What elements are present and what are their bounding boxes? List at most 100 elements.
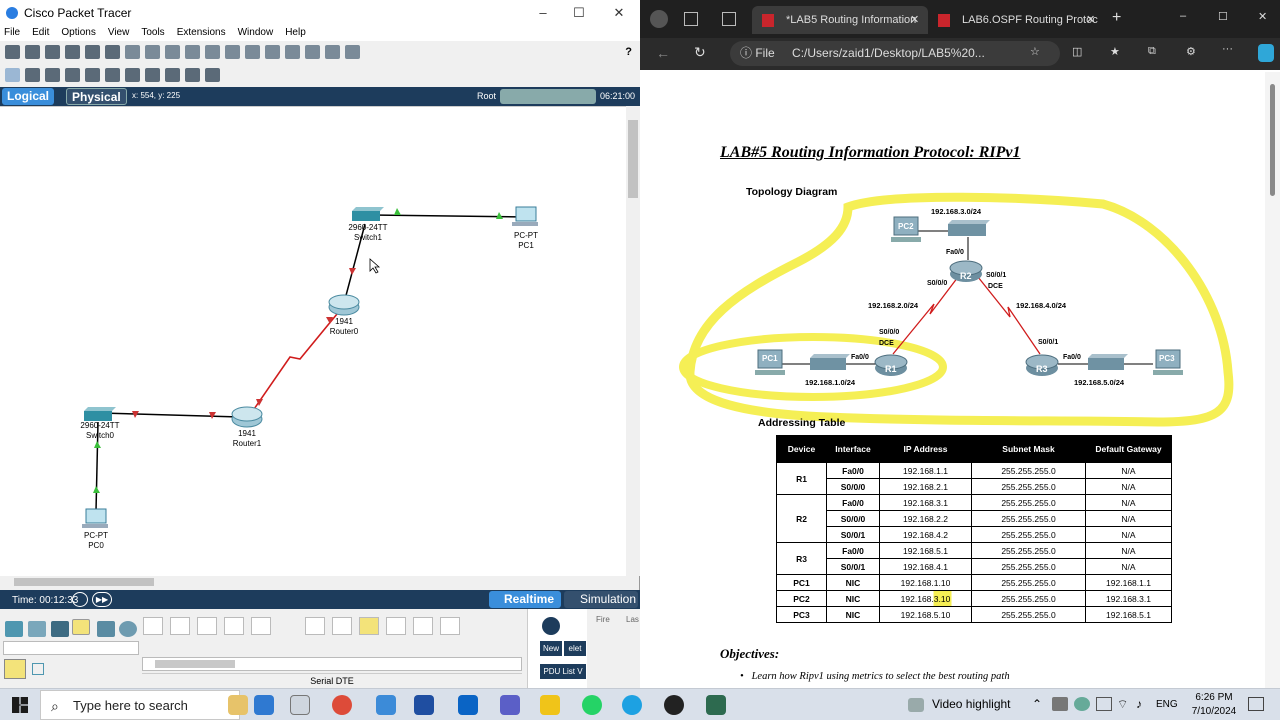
menu-help[interactable]: Help: [285, 25, 306, 41]
complex-pdu-icon[interactable]: [205, 68, 220, 82]
tray-chevron-icon[interactable]: ⌃: [1032, 697, 1042, 711]
video-highlight-icon[interactable]: [908, 698, 924, 712]
print-icon[interactable]: [65, 45, 80, 59]
taskbar-clock[interactable]: 6:26 PM 7/10/2024: [1186, 691, 1242, 719]
tray-app-icon[interactable]: [1052, 697, 1068, 711]
fast-forward-icon[interactable]: ▶▶: [92, 592, 112, 607]
logical-workspace[interactable]: 2960-24TT Switch1 PC-PT PC1 1941 Router0 19…: [0, 106, 626, 576]
new-pdu-button[interactable]: New: [540, 641, 562, 656]
router-icon[interactable]: [328, 294, 360, 316]
switch-icon[interactable]: [84, 407, 116, 421]
split-screen-icon[interactable]: ◫: [1072, 45, 1082, 58]
zoom-reset-icon[interactable]: [225, 45, 240, 59]
maximize-icon[interactable]: ☐: [1218, 10, 1228, 23]
physical-tab[interactable]: Physical: [66, 88, 127, 105]
video-highlight-label[interactable]: Video highlight: [932, 697, 1011, 711]
close-tab-icon[interactable]: ✕: [910, 6, 919, 34]
switch-icon[interactable]: [352, 207, 384, 221]
pc-icon[interactable]: [82, 508, 108, 528]
octal-cable-icon[interactable]: [386, 617, 406, 635]
usb-cable-icon[interactable]: [440, 617, 460, 635]
teams-icon[interactable]: [500, 695, 520, 715]
close-tab-icon[interactable]: ✕: [1086, 6, 1095, 34]
menu-tools[interactable]: Tools: [141, 25, 164, 41]
misc-icon[interactable]: [97, 621, 115, 637]
file-explorer-icon[interactable]: [376, 695, 396, 715]
favorite-star-icon[interactable]: ☆: [1030, 45, 1040, 58]
image-icon[interactable]: [345, 45, 360, 59]
straight-through-icon[interactable]: [197, 617, 217, 635]
power-cycle-icon[interactable]: [72, 592, 88, 607]
scroll-thumb[interactable]: [1270, 84, 1275, 196]
inspect-icon[interactable]: [25, 68, 40, 82]
favorites-icon[interactable]: ★: [1110, 45, 1120, 58]
copy-icon[interactable]: [125, 45, 140, 59]
copilot-app-icon[interactable]: [254, 695, 274, 715]
select-icon[interactable]: [5, 68, 20, 82]
info-icon[interactable]: [85, 45, 100, 59]
menu-view[interactable]: View: [108, 25, 130, 41]
url-bar[interactable]: ⓘ File C:/Users/zaid1/Desktop/LAB5%20...: [730, 41, 1060, 66]
undo-icon[interactable]: [165, 45, 180, 59]
workspaces-icon[interactable]: [684, 12, 698, 26]
menu-options[interactable]: Options: [61, 25, 95, 41]
chrome-icon[interactable]: [332, 695, 352, 715]
store-icon[interactable]: [414, 695, 434, 715]
zoom-out-icon[interactable]: [245, 45, 260, 59]
language-indicator[interactable]: ENG: [1156, 699, 1178, 710]
logical-tab[interactable]: Logical: [2, 88, 55, 105]
tab-lab5[interactable]: *LAB5 Routing Information ✕: [752, 6, 928, 34]
minimize-icon[interactable]: –: [524, 0, 562, 25]
scroll-thumb[interactable]: [628, 120, 638, 198]
new-file-icon[interactable]: [5, 45, 20, 59]
maximize-icon[interactable]: ☐: [560, 0, 598, 25]
notification-icon[interactable]: [1248, 697, 1264, 711]
new-tab-icon[interactable]: +: [1112, 9, 1121, 27]
delete-pdu-button[interactable]: elet: [564, 641, 586, 656]
zoom-in-icon[interactable]: [205, 45, 220, 59]
router-icon[interactable]: [231, 406, 263, 428]
back-icon[interactable]: ←: [656, 45, 670, 61]
automatic-connection-icon[interactable]: [4, 659, 26, 679]
phone-cable-icon[interactable]: [305, 617, 325, 635]
taskbar-search-box[interactable]: ⌕ Type here to search: [40, 690, 240, 720]
iot-cable-icon[interactable]: [413, 617, 433, 635]
cluster-icon[interactable]: [305, 45, 320, 59]
pc-icon[interactable]: [512, 206, 538, 226]
components-icon[interactable]: [51, 621, 69, 637]
open-icon[interactable]: [25, 45, 40, 59]
menu-extensions[interactable]: Extensions: [177, 25, 226, 41]
multiuser-icon[interactable]: [119, 621, 137, 637]
profile-avatar[interactable]: [650, 10, 668, 28]
line-icon[interactable]: [105, 68, 120, 82]
custom-devices-icon[interactable]: [285, 45, 300, 59]
scroll-thumb[interactable]: [14, 578, 154, 586]
paste-icon[interactable]: [145, 45, 160, 59]
viewport-controls[interactable]: [500, 89, 596, 104]
simple-pdu-icon[interactable]: [185, 68, 200, 82]
connections-icon[interactable]: [72, 619, 90, 635]
scenario-icon[interactable]: [542, 617, 560, 635]
minimize-icon[interactable]: –: [1180, 10, 1186, 22]
tray-app-icon[interactable]: [1074, 697, 1090, 711]
ellipse-icon[interactable]: [145, 68, 160, 82]
help-icon[interactable]: ?: [625, 46, 632, 58]
search-highlight-icon[interactable]: [228, 695, 248, 715]
serial-dte-icon[interactable]: [359, 617, 379, 635]
collections-icon[interactable]: ⧉: [1148, 45, 1156, 58]
grid-icon[interactable]: [32, 663, 44, 675]
workspace-vertical-scrollbar[interactable]: [626, 106, 640, 576]
close-icon[interactable]: ✕: [600, 0, 638, 25]
app-icon[interactable]: [664, 695, 684, 715]
auto-cable-icon[interactable]: [143, 617, 163, 635]
fiber-icon[interactable]: [251, 617, 271, 635]
realtime-tab[interactable]: Realtime: [489, 591, 561, 608]
console-cable-icon[interactable]: [170, 617, 190, 635]
whatsapp-icon[interactable]: [582, 695, 602, 715]
note-icon[interactable]: [85, 68, 100, 82]
task-view-icon[interactable]: [290, 695, 310, 715]
network-devices-icon[interactable]: [5, 621, 23, 637]
serial-dce-icon[interactable]: [332, 617, 352, 635]
simulation-tab[interactable]: Simulation: [564, 591, 638, 608]
rectangle-icon[interactable]: [125, 68, 140, 82]
